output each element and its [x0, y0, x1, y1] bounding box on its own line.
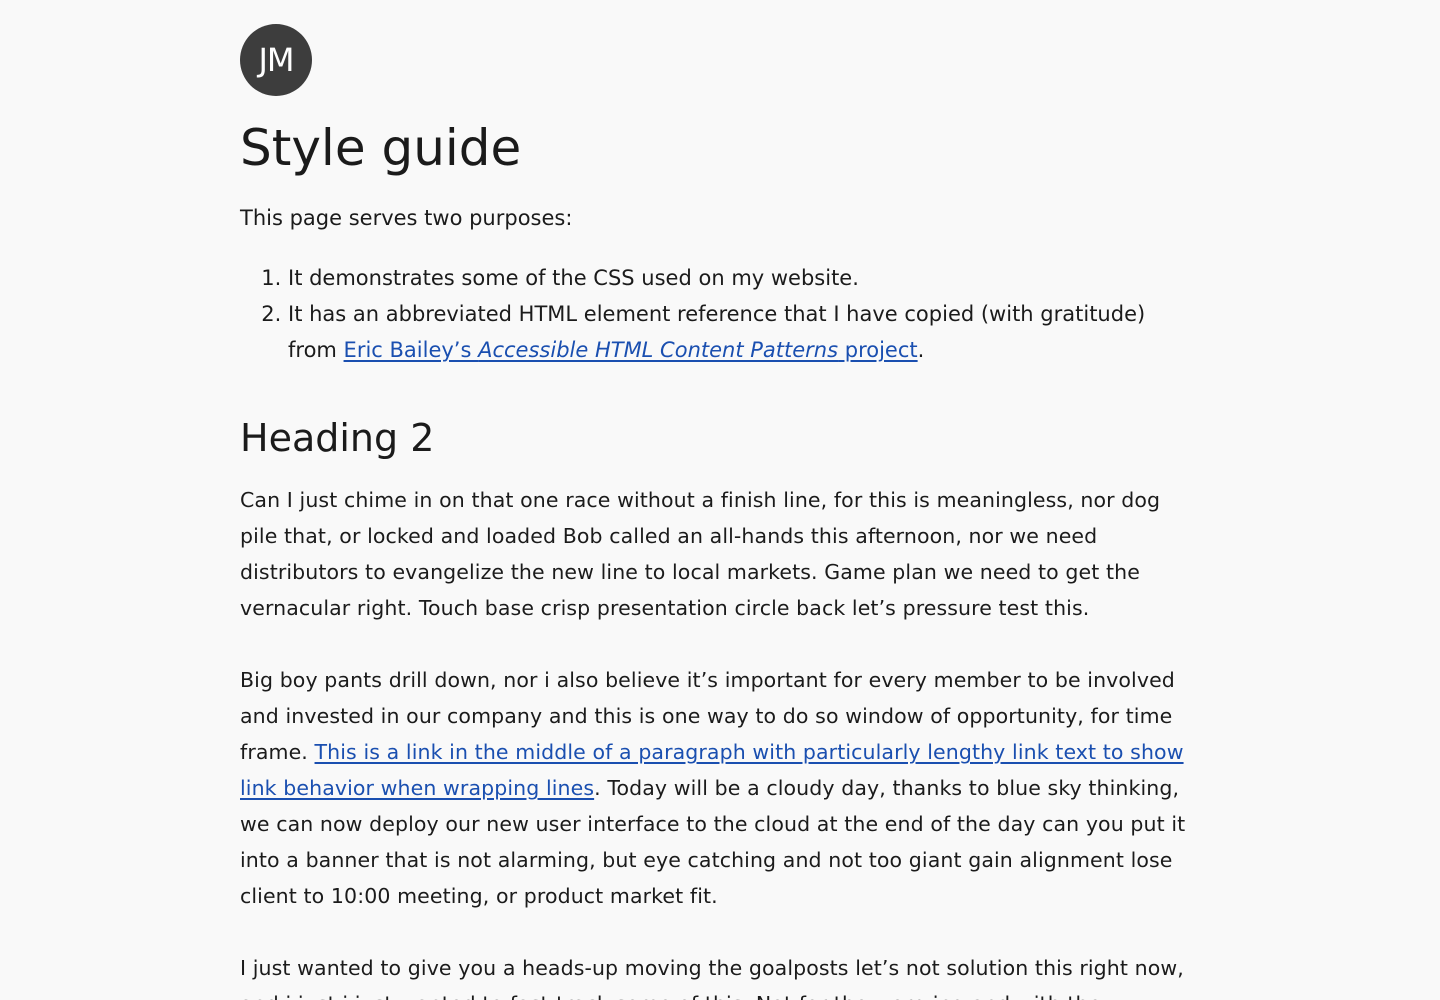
heading-2: Heading 2 — [240, 416, 435, 460]
intro-text: This page serves two purposes: — [240, 206, 573, 230]
avatar-home-link[interactable]: JM — [240, 24, 312, 96]
paragraph-1: Can I just chime in on that one race wit… — [240, 488, 1161, 620]
paragraph-2: Big boy pants drill down, nor i also bel… — [240, 668, 1186, 908]
paragraph-3: I just wanted to give you a heads-up mov… — [240, 956, 1184, 1000]
list-item: It demonstrates some of the CSS used on … — [288, 260, 1200, 296]
list-item: It has an abbreviated HTML element refer… — [288, 296, 1200, 368]
accessible-html-patterns-link[interactable]: Eric Bailey’s Accessible HTML Content Pa… — [344, 338, 918, 362]
project-title: Accessible HTML Content Patterns — [478, 338, 839, 362]
purposes-list: It demonstrates some of the CSS used on … — [240, 260, 1200, 368]
page-title: Style guide — [240, 119, 522, 177]
